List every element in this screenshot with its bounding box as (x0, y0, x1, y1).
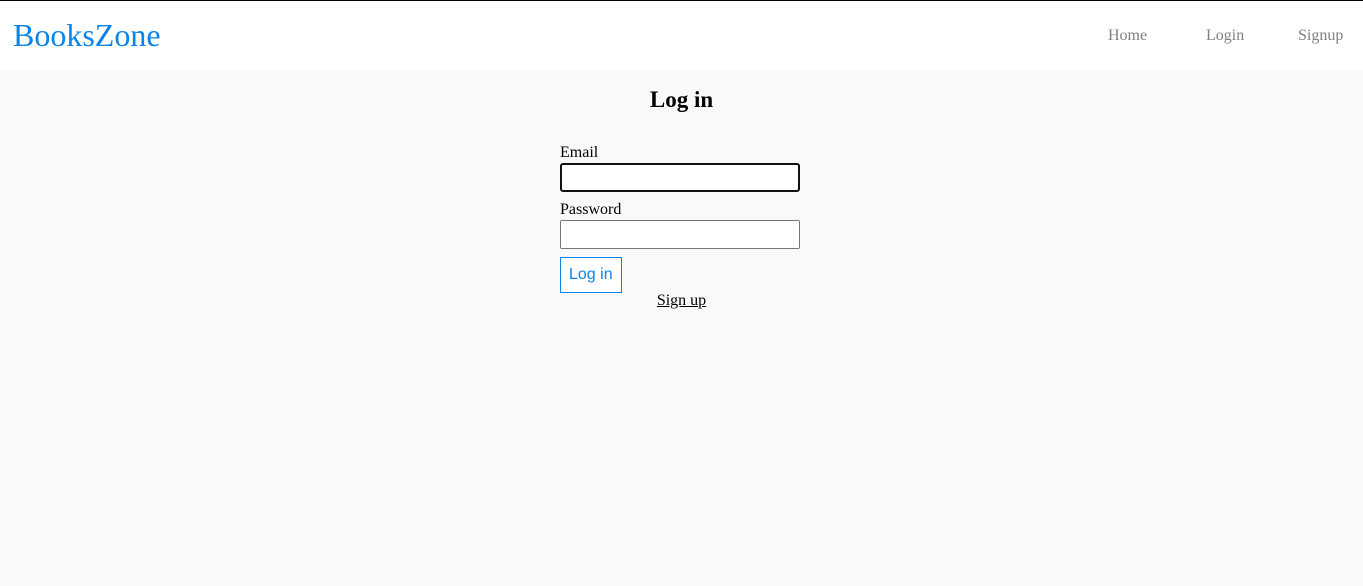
nav-link-signup[interactable]: Signup (1298, 24, 1343, 48)
login-form: Email Password Log in (560, 143, 800, 293)
page-title: Log in (649, 87, 714, 112)
password-field[interactable] (560, 220, 800, 249)
password-label: Password (560, 201, 622, 218)
signup-link[interactable]: Sign up (657, 292, 706, 309)
email-label: Email (560, 144, 599, 161)
brand-logo-link[interactable]: BooksZone (13, 15, 161, 55)
signup-link-container: Sign up (0, 290, 1363, 312)
nav-link-login[interactable]: Login (1206, 24, 1244, 48)
login-button[interactable]: Log in (560, 257, 622, 293)
navbar: BooksZone Home Login Signup (0, 1, 1363, 70)
email-field[interactable] (560, 163, 800, 192)
nav-link-home[interactable]: Home (1108, 24, 1147, 48)
